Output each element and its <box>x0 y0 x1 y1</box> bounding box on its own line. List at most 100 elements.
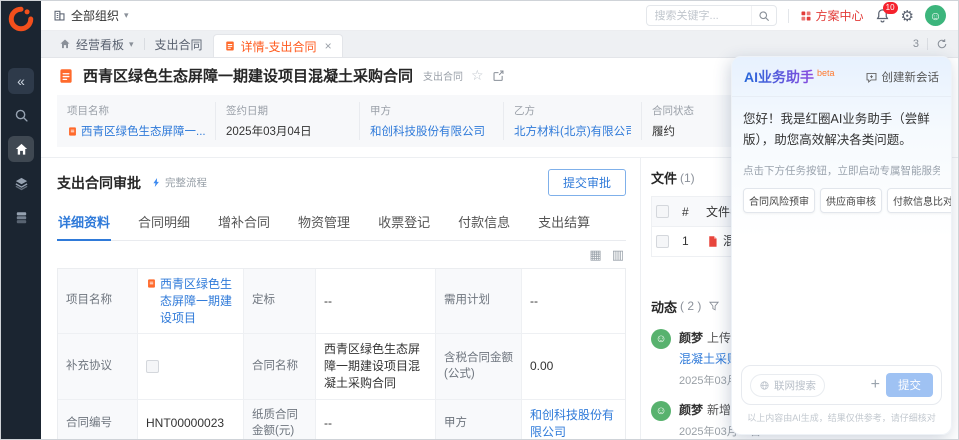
ai-submit-button[interactable]: 提交 <box>886 373 933 397</box>
org-building-icon <box>53 9 66 22</box>
ai-message-input[interactable]: 联网搜索 + 提交 <box>741 365 942 405</box>
field-value: 0.00 <box>522 334 625 399</box>
close-tab-icon[interactable]: × <box>325 39 332 53</box>
quick-action-contract-risk[interactable]: 合同风险预审 <box>743 188 815 213</box>
app-window: « 全部组织 ▾ <box>0 0 959 440</box>
plan-center-label: 方案中心 <box>816 7 864 24</box>
topbar-actions: 方案中心 10 ⚙ ☺ <box>646 5 946 26</box>
contract-detail-pane: 支出合同审批 完整流程 提交审批 详细资料 合同明细 增补合同 物资管理 收票登… <box>41 158 641 439</box>
field-value: 西青区绿色生态屏障一期建设项目 <box>138 269 244 334</box>
full-flow-link[interactable]: 完整流程 <box>151 175 207 190</box>
select-all-checkbox[interactable] <box>656 205 669 218</box>
contract-type-tag: 支出合同 <box>423 68 463 83</box>
field-value: -- <box>522 269 625 334</box>
summary-field-party-b: 乙方 北方材料(北京)有限公司廊坊... <box>503 102 641 140</box>
field-value <box>138 334 244 399</box>
sidebar-search-icon[interactable] <box>8 102 34 128</box>
summary-field-project: 项目名称 西青区绿色生态屏障一... <box>57 102 215 140</box>
tab-material-management[interactable]: 物资管理 <box>297 206 351 240</box>
sidebar: « <box>1 1 41 439</box>
approval-section-title: 支出合同审批 <box>57 173 141 193</box>
collapse-sidebar-button[interactable]: « <box>8 68 34 94</box>
org-switcher[interactable]: 全部组织 ▾ <box>53 7 129 24</box>
field-value: -- <box>316 400 436 439</box>
new-session-button[interactable]: 创建新会话 <box>865 69 940 85</box>
table-toolbar: ▦ ▥ <box>57 241 626 268</box>
file-checkbox[interactable] <box>656 235 669 248</box>
field-value: -- <box>316 269 436 334</box>
tab-contract-detail[interactable]: 详情-支出合同 × <box>213 34 343 57</box>
tab-dashboard[interactable]: 经营看板 ▾ <box>49 31 144 57</box>
divider <box>927 38 928 50</box>
global-search-box[interactable] <box>646 5 777 26</box>
project-mini-icon <box>146 276 157 289</box>
modules-stack-icon[interactable] <box>8 204 34 230</box>
tab-detail-info[interactable]: 详细资料 <box>57 206 111 241</box>
chat-bubble-icon <box>865 71 878 84</box>
notification-badge: 10 <box>883 2 898 14</box>
tab-invoice-register[interactable]: 收票登记 <box>377 206 431 240</box>
search-icon[interactable] <box>751 6 776 25</box>
quick-action-supplier-audit[interactable]: 供应商审核 <box>820 188 882 213</box>
open-tabs-count[interactable]: 3 <box>913 38 919 50</box>
user-avatar: ☺ <box>651 329 671 349</box>
ai-assistant-panel: AI业务助手 beta 创建新会话 您好！我是红圈AI业务助手（尝鲜版），助您高… <box>731 56 952 435</box>
flow-bolt-icon <box>151 177 162 188</box>
web-search-toggle[interactable]: 联网搜索 <box>750 374 825 397</box>
home-small-icon <box>59 38 71 50</box>
field-label: 甲方 <box>436 400 522 439</box>
topbar: 全部组织 ▾ 方案中心 10 ⚙ ☺ <box>41 1 958 31</box>
window-tabbar: 经营看板 ▾ 支出合同 详情-支出合同 × 3 <box>41 31 958 58</box>
field-label: 合同名称 <box>244 334 316 399</box>
beta-tag: beta <box>817 68 835 78</box>
column-settings-icon[interactable]: ▥ <box>612 247 624 263</box>
party-b-link[interactable]: 北方材料(北京)有限公司廊坊... <box>514 123 631 139</box>
field-label: 定标 <box>244 269 316 334</box>
submit-approval-button[interactable]: 提交审批 <box>548 169 626 196</box>
attach-plus-icon[interactable]: + <box>871 377 880 393</box>
field-label: 需用计划 <box>436 269 522 334</box>
project-mini-icon <box>67 126 78 137</box>
share-external-icon[interactable] <box>492 69 505 82</box>
quick-action-payment-check[interactable]: 付款信息比对 <box>887 188 952 213</box>
party-a-link[interactable]: 和创科技股份有限公司 <box>530 407 617 439</box>
filter-funnel-icon[interactable] <box>708 300 720 312</box>
field-value: 西青区绿色生态屏障一期建设项目混凝土采购合同 <box>316 334 436 399</box>
user-avatar[interactable]: ☺ <box>925 5 946 26</box>
settings-gear-icon[interactable]: ⚙ <box>901 7 914 25</box>
field-label: 合同编号 <box>58 400 138 439</box>
tab-expense-settlement[interactable]: 支出结算 <box>537 206 591 240</box>
field-label: 含税合同金额(公式) <box>436 334 522 399</box>
divider <box>788 9 789 23</box>
chevron-down-icon: ▾ <box>129 39 134 50</box>
plan-center-icon <box>800 10 812 22</box>
search-input[interactable] <box>647 10 751 22</box>
brand-logo-icon[interactable] <box>8 6 34 32</box>
org-label: 全部组织 <box>71 7 119 24</box>
summary-field-sign-date: 签约日期 2025年03月04日 <box>215 102 359 140</box>
home-icon[interactable] <box>8 136 34 162</box>
ai-panel-header: AI业务助手 beta 创建新会话 <box>732 57 951 97</box>
refresh-icon[interactable] <box>936 38 948 50</box>
ai-panel-body: 您好！我是红圈AI业务助手（尝鲜版），助您高效解决各类问题。 点击下方任务按钮，… <box>732 97 951 365</box>
favorite-star-icon[interactable]: ☆ <box>471 67 484 84</box>
summary-field-party-a: 甲方 和创科技股份有限公司 <box>359 102 503 140</box>
ai-disclaimer: 以上内容由AI生成，结果仅供参考，请仔细核对 <box>741 405 942 431</box>
project-link[interactable]: 西青区绿色生态屏障一期建设项目 <box>146 276 235 326</box>
supplement-checkbox[interactable] <box>146 360 159 373</box>
plan-center-link[interactable]: 方案中心 <box>800 7 864 24</box>
tab-payment-info[interactable]: 付款信息 <box>457 206 511 240</box>
apps-layers-icon[interactable] <box>8 170 34 196</box>
party-a-link[interactable]: 和创科技股份有限公司 <box>370 123 485 139</box>
tab-contract-items[interactable]: 合同明细 <box>137 206 191 240</box>
ai-panel-title: AI业务助手 <box>744 67 814 87</box>
grid-view-icon[interactable]: ▦ <box>589 247 601 263</box>
notifications-bell-icon[interactable]: 10 <box>875 8 890 23</box>
field-label: 纸质合同金额(元) <box>244 400 316 439</box>
project-link[interactable]: 西青区绿色生态屏障一... <box>81 123 205 139</box>
tab-expense-contract[interactable]: 支出合同 <box>145 31 213 57</box>
field-label: 项目名称 <box>58 269 138 334</box>
chevron-down-icon: ▾ <box>124 10 129 21</box>
page-title: 西青区绿色生态屏障一期建设项目混凝土采购合同 <box>83 65 413 86</box>
tab-supplement-contract[interactable]: 增补合同 <box>217 206 271 240</box>
